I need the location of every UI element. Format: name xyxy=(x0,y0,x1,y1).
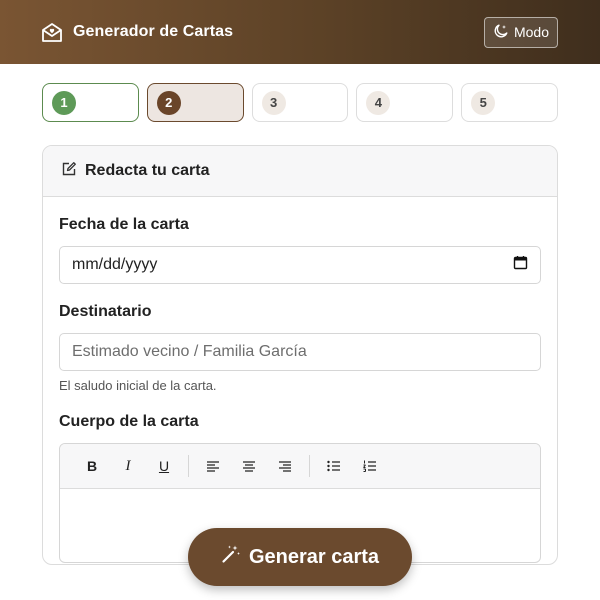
step-indicator: 1 2 3 4 5 xyxy=(0,64,600,122)
step-number: 1 xyxy=(52,90,76,115)
recipient-input[interactable]: Estimado vecino / Familia García xyxy=(59,333,541,371)
body-label: Cuerpo de la carta xyxy=(59,413,199,430)
compose-card: Redacta tu carta Fecha de la carta mm/dd… xyxy=(42,145,558,565)
step-3[interactable]: 3 xyxy=(251,83,349,122)
envelope-heart-icon xyxy=(40,20,64,44)
step-5[interactable]: 5 xyxy=(461,83,558,122)
numbered-list-icon xyxy=(363,460,376,472)
pencil-square-icon xyxy=(61,161,77,182)
align-right-icon xyxy=(279,461,291,472)
align-right-button[interactable] xyxy=(267,451,303,481)
step-2[interactable]: 2 xyxy=(146,83,244,122)
step-4[interactable]: 4 xyxy=(356,83,454,122)
bold-button[interactable]: B xyxy=(74,451,110,481)
bullet-list-icon xyxy=(327,460,340,472)
date-input[interactable]: mm/dd/yyyy xyxy=(59,246,541,284)
align-center-icon xyxy=(243,461,255,472)
card-body: Fecha de la carta mm/dd/yyyy Destinatari… xyxy=(43,216,557,563)
mode-toggle-label: Modo xyxy=(513,24,549,40)
numbered-list-button[interactable] xyxy=(352,451,388,481)
calendar-icon[interactable] xyxy=(513,255,528,275)
date-label: Fecha de la carta xyxy=(59,216,189,233)
align-left-button[interactable] xyxy=(195,451,231,481)
step-number: 4 xyxy=(366,90,391,115)
step-number: 3 xyxy=(261,90,286,115)
magic-wand-icon xyxy=(221,544,241,570)
generate-letter-button[interactable]: Generar carta xyxy=(188,528,412,586)
editor-toolbar: B I U xyxy=(60,444,540,489)
underline-button[interactable]: U xyxy=(146,451,182,481)
toolbar-divider xyxy=(309,455,310,477)
italic-button[interactable]: I xyxy=(110,451,146,481)
bullet-list-button[interactable] xyxy=(316,451,352,481)
step-1[interactable]: 1 xyxy=(42,83,139,122)
generate-letter-label: Generar carta xyxy=(248,545,380,568)
brand: Generador de Cartas xyxy=(40,20,233,44)
app-title: Generador de Cartas xyxy=(73,23,234,40)
recipient-label: Destinatario xyxy=(59,303,152,320)
card-title: Redacta tu carta xyxy=(85,162,210,179)
recipient-help-text: El saludo inicial de la carta. xyxy=(59,378,217,393)
recipient-placeholder: Estimado vecino / Familia García xyxy=(72,343,307,360)
step-number: 2 xyxy=(156,90,181,115)
step-number: 5 xyxy=(471,90,496,115)
align-center-button[interactable] xyxy=(231,451,267,481)
toolbar-divider xyxy=(188,455,189,477)
mode-toggle-button[interactable]: Modo xyxy=(483,16,558,48)
date-input-value: mm/dd/yyyy xyxy=(72,256,158,273)
card-header: Redacta tu carta xyxy=(43,146,557,197)
align-left-icon xyxy=(207,461,219,472)
moon-stars-icon xyxy=(493,23,509,42)
app-header: Generador de Cartas Modo xyxy=(0,0,600,64)
